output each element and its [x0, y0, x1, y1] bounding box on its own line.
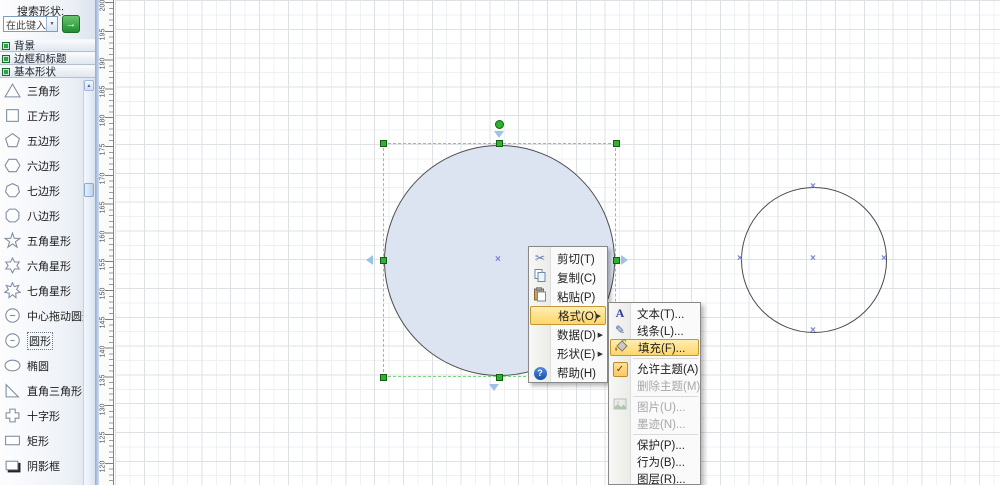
submenu-arrow-icon: ▶ — [596, 312, 601, 320]
menu-item-shape[interactable]: 形状(E) ▶ — [529, 344, 607, 363]
submenu-item-line[interactable]: ✎ 线条(L)... — [609, 322, 700, 339]
menu-item-label: 剪切(T) — [557, 251, 595, 267]
shape-center-marker-icon: × — [495, 255, 501, 265]
submenu-item-picture[interactable]: 图片(U)... — [609, 398, 700, 415]
selection-handle-n[interactable] — [496, 140, 503, 147]
connection-point-icon: × — [810, 254, 816, 264]
autoconnect-arrow-left-icon[interactable] — [366, 255, 373, 265]
selection-handle-nw[interactable] — [380, 140, 387, 147]
selection-handle-s[interactable] — [496, 374, 503, 381]
menu-item-format[interactable]: 格式(O) ▶ — [530, 306, 606, 325]
menu-item-paste[interactable]: 粘贴(P) — [529, 287, 607, 306]
checked-checkbox-icon: ✓ — [611, 360, 629, 377]
submenu-item-layer[interactable]: 图层(R)... — [609, 470, 700, 485]
autoconnect-arrow-bottom-icon[interactable] — [489, 384, 499, 391]
visio-window: 搜索形状: ▼ → 背景 边框和标题 基本形状 三角形 — [0, 0, 1000, 485]
submenu-arrow-icon: ▶ — [598, 350, 603, 358]
submenu-item-remove-themes[interactable]: 删除主题(M) — [609, 377, 700, 394]
menu-item-label: 粘贴(P) — [557, 289, 595, 305]
submenu-item-allow-themes[interactable]: ✓ 允许主题(A) — [609, 360, 700, 377]
menu-item-label: 保护(P)... — [637, 437, 685, 453]
autoconnect-arrow-right-icon[interactable] — [621, 255, 628, 265]
menu-item-label: 允许主题(A) — [637, 361, 698, 377]
menu-item-label: 删除主题(M) — [637, 378, 700, 394]
menu-item-cut[interactable]: ✂ 剪切(T) — [529, 249, 607, 268]
submenu-item-ink[interactable]: 墨迹(N)... — [609, 415, 700, 432]
shapes-layer: × × × × × × — [0, 0, 1000, 485]
help-icon: ? — [531, 364, 549, 381]
connection-point-icon: × — [810, 326, 816, 336]
submenu-item-protection[interactable]: 保护(P)... — [609, 436, 700, 453]
menu-item-label: 行为(B)... — [637, 454, 685, 470]
submenu-item-behavior[interactable]: 行为(B)... — [609, 453, 700, 470]
menu-item-copy[interactable]: 复制(C) — [529, 268, 607, 287]
menu-item-data[interactable]: 数据(D) ▶ — [529, 325, 607, 344]
menu-item-label: 图片(U)... — [637, 399, 686, 415]
text-format-icon: A — [611, 305, 629, 322]
fill-bucket-icon — [612, 338, 630, 358]
menu-item-label: 文本(T)... — [637, 306, 684, 322]
menu-item-label: 数据(D) — [557, 327, 596, 343]
submenu-item-text[interactable]: A 文本(T)... — [609, 305, 700, 322]
context-menu: ✂ 剪切(T) 复制(C) 粘贴(P) 格式(O) ▶ 数据(D) ▶ 形状(E… — [528, 246, 608, 383]
menu-item-label: 帮助(H) — [557, 365, 596, 381]
connection-point-icon: × — [881, 254, 887, 264]
format-submenu: A 文本(T)... ✎ 线条(L)... 填充(F)... ✓ 允许主题(A)… — [608, 302, 701, 485]
rotation-handle[interactable] — [495, 120, 504, 129]
menu-item-label: 复制(C) — [557, 270, 596, 286]
paste-icon — [531, 287, 549, 307]
submenu-item-fill[interactable]: 填充(F)... — [610, 339, 699, 356]
autoconnect-arrow-top-icon[interactable] — [494, 131, 504, 138]
selection-handle-ne[interactable] — [613, 140, 620, 147]
selection-handle-sw[interactable] — [380, 374, 387, 381]
picture-icon — [611, 398, 629, 416]
menu-item-help[interactable]: ? 帮助(H) — [529, 363, 607, 382]
menu-item-label: 图层(R)... — [637, 471, 686, 485]
menu-item-label: 墨迹(N)... — [637, 416, 686, 432]
menu-item-label: 填充(F)... — [638, 340, 685, 356]
cut-icon: ✂ — [531, 250, 549, 267]
connection-point-icon: × — [810, 182, 816, 192]
connection-point-icon: × — [737, 254, 743, 264]
copy-icon — [531, 268, 549, 288]
submenu-arrow-icon: ▶ — [598, 331, 603, 339]
menu-item-label: 形状(E) — [557, 346, 595, 362]
selection-handle-w[interactable] — [380, 257, 387, 264]
menu-item-label: 线条(L)... — [637, 323, 684, 339]
menu-item-label: 格式(O) — [558, 308, 598, 324]
line-format-icon: ✎ — [611, 322, 629, 339]
selection-handle-e[interactable] — [613, 257, 620, 264]
